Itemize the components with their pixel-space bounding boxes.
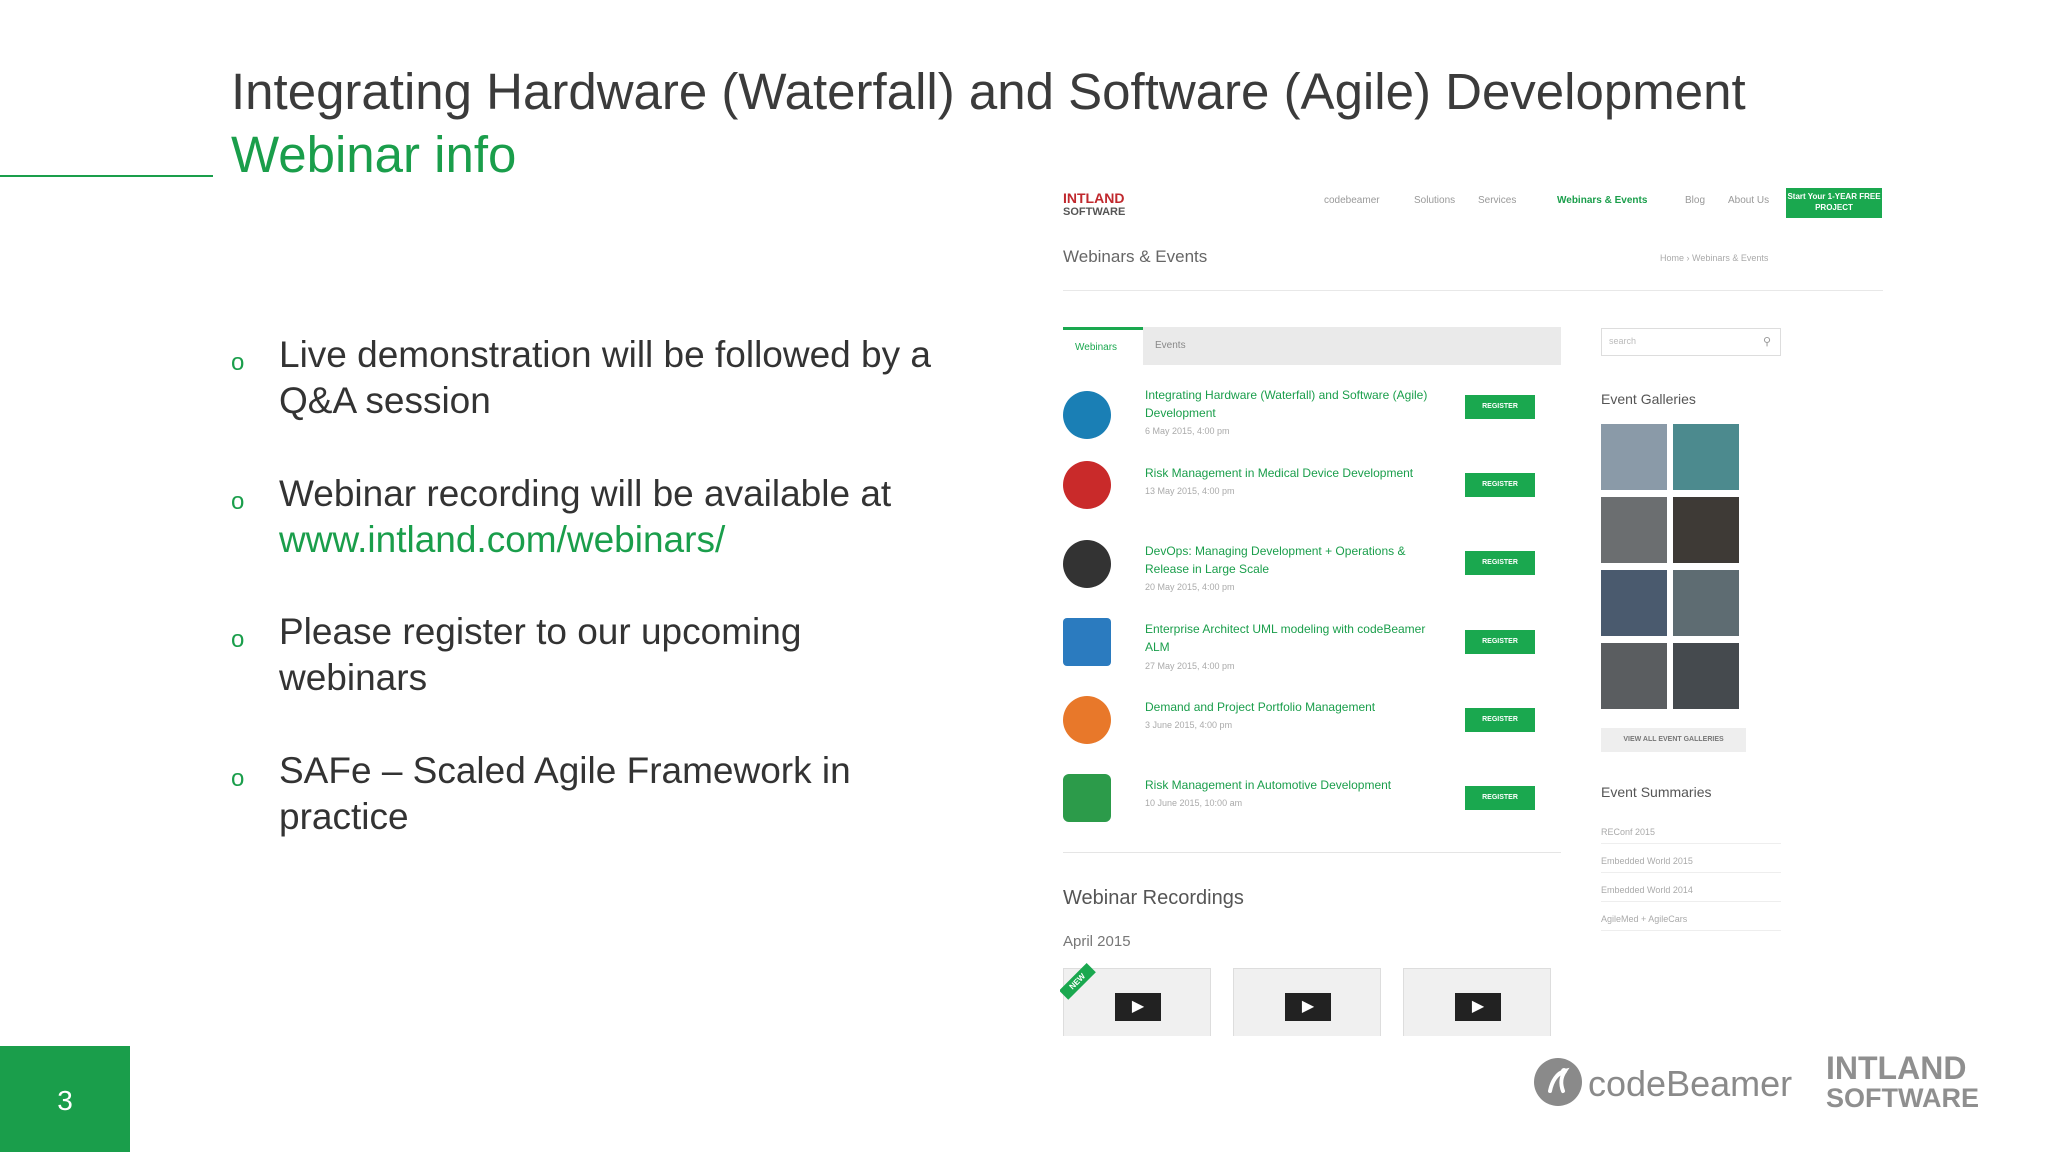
register-button[interactable]: REGISTER [1465, 551, 1535, 575]
list-divider [1063, 852, 1561, 853]
gallery-thumbnail[interactable] [1673, 424, 1739, 490]
codebeamer-label: codeBeamer [1588, 1063, 1793, 1104]
play-icon[interactable]: ▶ [1285, 993, 1331, 1021]
event-date: 27 May 2015, 4:00 pm [1145, 661, 1235, 671]
bullet-item: o Live demonstration will be followed by… [231, 332, 951, 424]
event-icon [1063, 774, 1111, 822]
bullet-text: SAFe – Scaled Agile Framework in practic… [279, 750, 851, 837]
play-icon[interactable]: ▶ [1455, 993, 1501, 1021]
event-icon [1063, 461, 1111, 509]
tab-webinars[interactable]: Webinars [1063, 327, 1143, 365]
event-icon [1063, 618, 1111, 666]
intland-logo: INTLAND SOFTWARE [1826, 1050, 1979, 1113]
gallery-thumbnail[interactable] [1601, 570, 1667, 636]
search-icon[interactable]: ⚲ [1763, 335, 1771, 348]
event-title[interactable]: Enterprise Architect UML modeling with c… [1145, 620, 1445, 656]
summary-link[interactable]: Embedded World 2015 [1601, 856, 1781, 873]
slide-title: Integrating Hardware (Waterfall) and Sof… [231, 63, 1746, 120]
search-placeholder: search [1609, 336, 1637, 346]
bullet-marker: o [231, 626, 245, 653]
bullet-marker: o [231, 349, 245, 376]
event-icon [1063, 391, 1111, 439]
site-logo-line2: SOFTWARE [1063, 206, 1126, 218]
gallery-thumbnail[interactable] [1673, 570, 1739, 636]
site-page-heading: Webinars & Events [1063, 247, 1208, 266]
bullet-item: o SAFe – Scaled Agile Framework in pract… [231, 748, 951, 840]
gallery-thumbnail[interactable] [1673, 497, 1739, 563]
event-title[interactable]: Risk Management in Medical Device Develo… [1145, 464, 1445, 482]
nav-item-webinars-events[interactable]: Webinars & Events [1557, 195, 1647, 206]
event-icon [1063, 540, 1111, 588]
summaries-heading: Event Summaries [1601, 784, 1712, 800]
register-button[interactable]: REGISTER [1465, 395, 1535, 419]
site-logo-line1: INTLAND [1063, 190, 1125, 206]
intland-site-logo[interactable]: INTLAND SOFTWARE [1063, 191, 1125, 219]
gallery-thumbnail[interactable] [1601, 643, 1667, 709]
event-date: 20 May 2015, 4:00 pm [1145, 582, 1235, 592]
summary-link[interactable]: REConf 2015 [1601, 827, 1781, 844]
register-button[interactable]: REGISTER [1465, 630, 1535, 654]
event-title[interactable]: Risk Management in Automotive Developmen… [1145, 776, 1445, 794]
gallery-thumbnail[interactable] [1673, 643, 1739, 709]
bullet-text: Webinar recording will be available at [279, 473, 892, 514]
event-date: 6 May 2015, 4:00 pm [1145, 426, 1230, 436]
summary-link[interactable]: AgileMed + AgileCars [1601, 914, 1781, 931]
bullet-item: o Please register to our upcoming webina… [231, 609, 951, 701]
tab-events[interactable]: Events [1143, 327, 1198, 365]
event-icon [1063, 696, 1111, 744]
codebeamer-logo-icon [1534, 1058, 1582, 1106]
slide-subtitle: Webinar info [231, 126, 517, 183]
website-screenshot: INTLAND SOFTWARE codebeamer Solutions Se… [1060, 180, 1892, 1036]
nav-item-codebeamer[interactable]: codebeamer [1324, 195, 1380, 206]
accent-divider [0, 175, 213, 177]
galleries-heading: Event Galleries [1601, 391, 1696, 407]
webinars-link[interactable]: www.intland.com/webinars/ [279, 517, 951, 563]
play-icon[interactable]: ▶ [1115, 993, 1161, 1021]
event-title[interactable]: Demand and Project Portfolio Management [1145, 698, 1445, 716]
event-date: 10 June 2015, 10:00 am [1145, 798, 1243, 808]
nav-item-services[interactable]: Services [1478, 195, 1516, 206]
event-title[interactable]: DevOps: Managing Development + Operation… [1145, 542, 1445, 578]
gallery-thumbnail[interactable] [1601, 497, 1667, 563]
register-button[interactable]: REGISTER [1465, 473, 1535, 497]
bullet-item: o Webinar recording will be available at… [231, 471, 951, 563]
bullet-marker: o [231, 765, 245, 792]
breadcrumb[interactable]: Home › Webinars & Events [1660, 253, 1768, 263]
bullet-text: Live demonstration will be followed by a… [279, 334, 931, 421]
webinar-tabs: Webinars Events [1063, 327, 1561, 365]
bullet-marker: o [231, 488, 245, 515]
nav-item-solutions[interactable]: Solutions [1414, 195, 1455, 206]
gallery-thumbnail[interactable] [1601, 424, 1667, 490]
event-date: 3 June 2015, 4:00 pm [1145, 720, 1233, 730]
nav-item-about-us[interactable]: About Us [1728, 195, 1769, 206]
intland-logo-line2: SOFTWARE [1826, 1083, 1979, 1113]
recording-thumbnail[interactable]: ▶ [1403, 968, 1551, 1036]
event-date: 13 May 2015, 4:00 pm [1145, 486, 1235, 496]
register-button[interactable]: REGISTER [1465, 786, 1535, 810]
bullet-text: Please register to our upcoming webinars [279, 611, 802, 698]
recordings-month: April 2015 [1063, 933, 1131, 950]
header-divider [1063, 290, 1883, 291]
recording-thumbnail[interactable]: ▶ NEW [1060, 963, 1211, 1036]
intland-logo-line1: INTLAND [1826, 1050, 1967, 1086]
summary-link[interactable]: Embedded World 2014 [1601, 885, 1781, 902]
nav-item-blog[interactable]: Blog [1685, 195, 1705, 206]
view-all-galleries-button[interactable]: VIEW ALL EVENT GALLERIES [1601, 728, 1746, 752]
register-button[interactable]: REGISTER [1465, 708, 1535, 732]
recording-thumbnail[interactable]: ▶ [1233, 968, 1381, 1036]
free-project-button[interactable]: Start Your 1-YEAR FREE PROJECT [1786, 188, 1882, 218]
page-number: 3 [57, 1085, 73, 1116]
new-badge: NEW [1060, 963, 1096, 1000]
event-title[interactable]: Integrating Hardware (Waterfall) and Sof… [1145, 386, 1445, 422]
recordings-heading: Webinar Recordings [1063, 887, 1244, 909]
